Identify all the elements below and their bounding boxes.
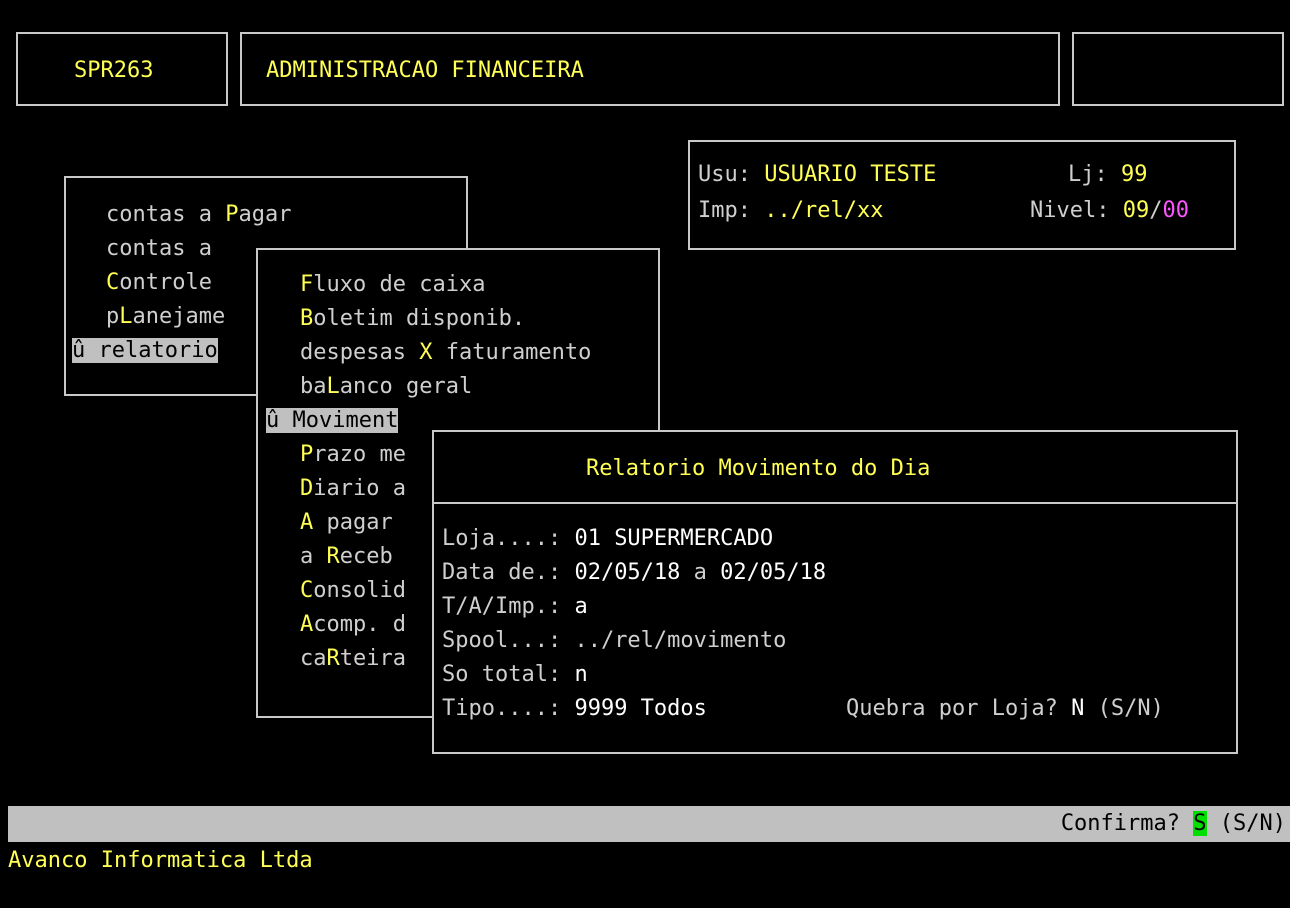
total-label: So total: xyxy=(442,662,575,687)
dialog-divider xyxy=(434,502,1236,504)
program-code: SPR263 xyxy=(74,58,154,83)
confirm-label: Confirma? xyxy=(1060,811,1194,836)
main-menu-item-label: contas a xyxy=(106,236,212,261)
printer-label: Imp: xyxy=(698,198,751,223)
main-menu-item-label: pLanejame xyxy=(106,304,226,329)
report-submenu-item-label: û Moviment xyxy=(266,408,399,433)
spool-label: Spool...: xyxy=(442,628,575,653)
main-menu-item-label: Controle xyxy=(106,270,212,295)
store-value: 99 xyxy=(1121,162,1148,187)
report-submenu-item-label: A pagar xyxy=(300,510,393,535)
user-info-box: Usu: USUARIO TESTE Lj: 99 Imp: ../rel/xx… xyxy=(688,140,1236,250)
user-line: Usu: USUARIO TESTE xyxy=(698,160,936,190)
printer-line: Imp: ../rel/xx xyxy=(698,196,883,226)
date-range-field[interactable]: Data de.: 02/05/18 a 02/05/18 xyxy=(442,556,1232,590)
report-submenu-item-label: baLanco geral xyxy=(300,374,473,399)
data-label: Data de.: xyxy=(442,560,575,585)
loja-label: Loja....: xyxy=(442,526,575,551)
user-label: Usu: xyxy=(698,162,751,187)
report-submenu-item-label: Acomp. d xyxy=(300,612,406,637)
report-submenu-item-label: a Receb xyxy=(300,544,393,569)
level-label: Nivel: xyxy=(1030,198,1110,223)
level-separator: / xyxy=(1149,198,1163,223)
spool-field[interactable]: Spool...: ../rel/movimento xyxy=(442,624,1232,658)
total-field[interactable]: So total: n Quebra por Loja? N (S/N) xyxy=(442,658,1232,721)
report-submenu-item-label: Prazo me xyxy=(300,442,406,467)
report-submenu-item-label: Fluxo de caixa xyxy=(300,272,486,297)
company-name: Avanco Informatica Ltda xyxy=(8,848,313,873)
confirm-prompt: Confirma? S (S/N) xyxy=(1061,806,1286,842)
dialog-form: Loja....: 01 SUPERMERCADO Data de.: 02/0… xyxy=(442,522,1232,726)
store-line: Lj: 99 xyxy=(1068,160,1148,190)
report-submenu-item-label: despesas X faturamento xyxy=(300,340,592,365)
report-submenu-item[interactable]: despesas X faturamento xyxy=(266,336,591,370)
report-dialog: Relatorio Movimento do Dia Loja....: 01 … xyxy=(432,430,1238,754)
tipo-value[interactable]: 9999 Todos xyxy=(574,696,706,721)
loja-value[interactable]: 01 SUPERMERCADO xyxy=(574,526,773,551)
level-value-a: 09 xyxy=(1122,198,1150,223)
date-to-value[interactable]: 02/05/18 xyxy=(720,560,826,585)
dialog-title: Relatorio Movimento do Dia xyxy=(586,456,931,481)
loja-field[interactable]: Loja....: 01 SUPERMERCADO xyxy=(442,522,1232,556)
main-menu-item-label: û relatorio xyxy=(72,338,218,363)
report-submenu-item-label: Diario a xyxy=(300,476,406,501)
ta-value[interactable]: a xyxy=(574,594,587,619)
program-code-box: SPR263 xyxy=(16,32,228,106)
quebra-hint: (S/N) xyxy=(1084,696,1164,721)
report-submenu-item-label: Consolid xyxy=(300,578,406,603)
status-bar: Confirma? S (S/N) xyxy=(8,806,1290,842)
level-line: Nivel: 09/00 xyxy=(1030,196,1189,226)
level-value-b: 00 xyxy=(1162,198,1189,223)
date-separator: a xyxy=(680,560,721,585)
report-submenu-item[interactable]: baLanco geral xyxy=(266,370,591,404)
quebra-value[interactable]: N xyxy=(1071,696,1084,721)
report-submenu-item-label: caRteira xyxy=(300,646,406,671)
main-menu-item-label: contas a Pagar xyxy=(106,202,292,227)
printer-value: ../rel/xx xyxy=(764,198,884,223)
quebra-field[interactable]: Quebra por Loja? N (S/N) xyxy=(846,692,1164,726)
system-title: ADMINISTRACAO FINANCEIRA xyxy=(266,58,584,83)
confirm-answer[interactable]: S xyxy=(1193,811,1207,836)
ta-imp-field[interactable]: T/A/Imp.: a xyxy=(442,590,1232,624)
quebra-label: Quebra por Loja? xyxy=(846,696,1072,721)
spool-value[interactable]: ../rel/movimento xyxy=(574,628,786,653)
report-submenu-item[interactable]: Boletim disponib. xyxy=(266,302,591,336)
user-value: USUARIO TESTE xyxy=(764,162,937,187)
report-submenu-item[interactable]: Fluxo de caixa xyxy=(266,268,591,302)
header-empty-box xyxy=(1072,32,1284,106)
total-value[interactable]: n xyxy=(574,662,587,687)
store-label: Lj: xyxy=(1068,162,1108,187)
report-submenu-item-label: Boletim disponib. xyxy=(300,306,526,331)
confirm-hint: (S/N) xyxy=(1206,811,1286,836)
ta-label: T/A/Imp.: xyxy=(442,594,575,619)
main-menu-item[interactable]: contas a Pagar xyxy=(72,198,291,232)
system-title-box: ADMINISTRACAO FINANCEIRA xyxy=(240,32,1060,106)
date-from-value[interactable]: 02/05/18 xyxy=(574,560,680,585)
